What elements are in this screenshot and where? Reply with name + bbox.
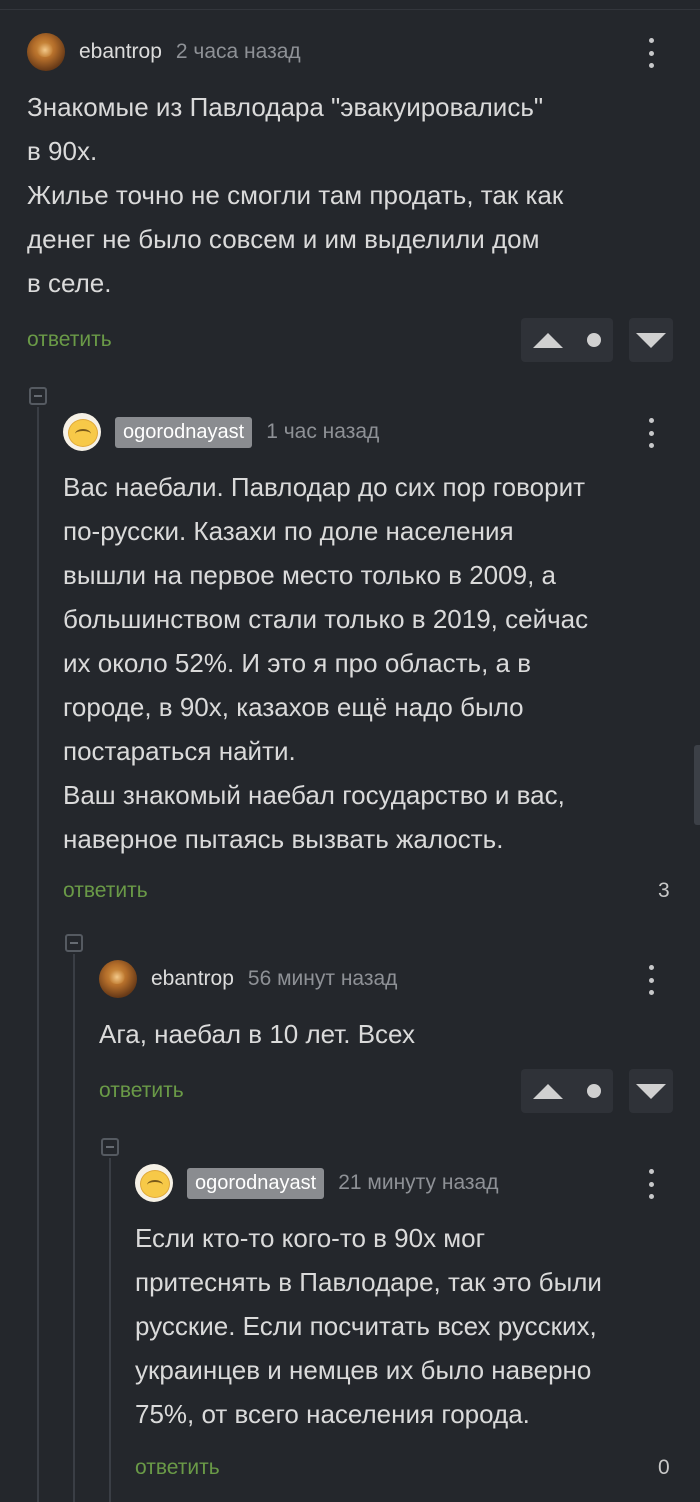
downvote-button[interactable] — [629, 318, 673, 362]
avatar[interactable] — [99, 960, 137, 998]
comment-time[interactable]: 1 час назад — [266, 420, 379, 444]
username[interactable]: ogorodnayast — [115, 416, 253, 448]
downvote-button[interactable] — [629, 1069, 673, 1113]
reply-link[interactable]: ответить — [99, 1079, 184, 1103]
rating-dot-icon — [587, 333, 601, 347]
collapse-minus-icon[interactable] — [65, 934, 83, 952]
downvote-arrow-icon[interactable] — [636, 1083, 666, 1099]
avatar[interactable] — [27, 33, 65, 71]
reply-link[interactable]: ответить — [135, 1456, 220, 1480]
upvote-arrow-icon[interactable] — [533, 332, 563, 348]
username[interactable]: ebantrop — [79, 40, 162, 64]
collapse-minus-icon[interactable] — [29, 387, 47, 405]
avatar[interactable] — [63, 413, 101, 451]
thread-line[interactable] — [37, 407, 39, 1502]
upvote-group — [521, 318, 613, 362]
comment-time[interactable]: 56 минут назад — [248, 967, 398, 991]
more-vertical-icon[interactable] — [647, 418, 655, 448]
username[interactable]: ogorodnayast — [187, 1167, 325, 1199]
collapse-minus-icon[interactable] — [101, 1138, 119, 1156]
downvote-arrow-icon[interactable] — [636, 332, 666, 348]
comment-header: ebantrop 2 часа назад — [27, 32, 301, 72]
thread-line[interactable] — [109, 1158, 111, 1502]
comment-header: ogorodnayast 21 минуту назад — [135, 1163, 498, 1203]
more-vertical-icon[interactable] — [647, 38, 655, 68]
more-vertical-icon[interactable] — [647, 965, 655, 995]
avatar[interactable] — [135, 1164, 173, 1202]
comment-text: Вас наебали. Павлодар до сих пор говорит… — [63, 472, 589, 854]
reply-link[interactable]: ответить — [63, 879, 148, 903]
rating-dot-icon — [587, 1084, 601, 1098]
scrollbar-thumb[interactable] — [694, 745, 700, 825]
reply-link[interactable]: ответить — [27, 328, 112, 352]
comment-time[interactable]: 2 часа назад — [176, 40, 301, 64]
comment-time[interactable]: 21 минуту назад — [338, 1171, 498, 1195]
upvote-arrow-icon[interactable] — [533, 1083, 563, 1099]
rating-count: 3 — [658, 879, 670, 902]
comment-header: ebantrop 56 минут назад — [99, 959, 397, 999]
thread-line[interactable] — [73, 954, 75, 1502]
comment-text: Знакомые из Павлодара "эвакуировались" в… — [27, 92, 564, 298]
comment-header: ogorodnayast 1 час назад — [63, 412, 379, 452]
rating-count: 0 — [658, 1456, 670, 1479]
top-divider — [0, 9, 700, 10]
upvote-group — [521, 1069, 613, 1113]
username[interactable]: ebantrop — [151, 967, 234, 991]
comment-text: Если кто-то кого-то в 90х мог притеснять… — [135, 1223, 602, 1429]
more-vertical-icon[interactable] — [647, 1169, 655, 1199]
comment-text: Ага, наебал в 10 лет. Всех — [99, 1019, 415, 1049]
